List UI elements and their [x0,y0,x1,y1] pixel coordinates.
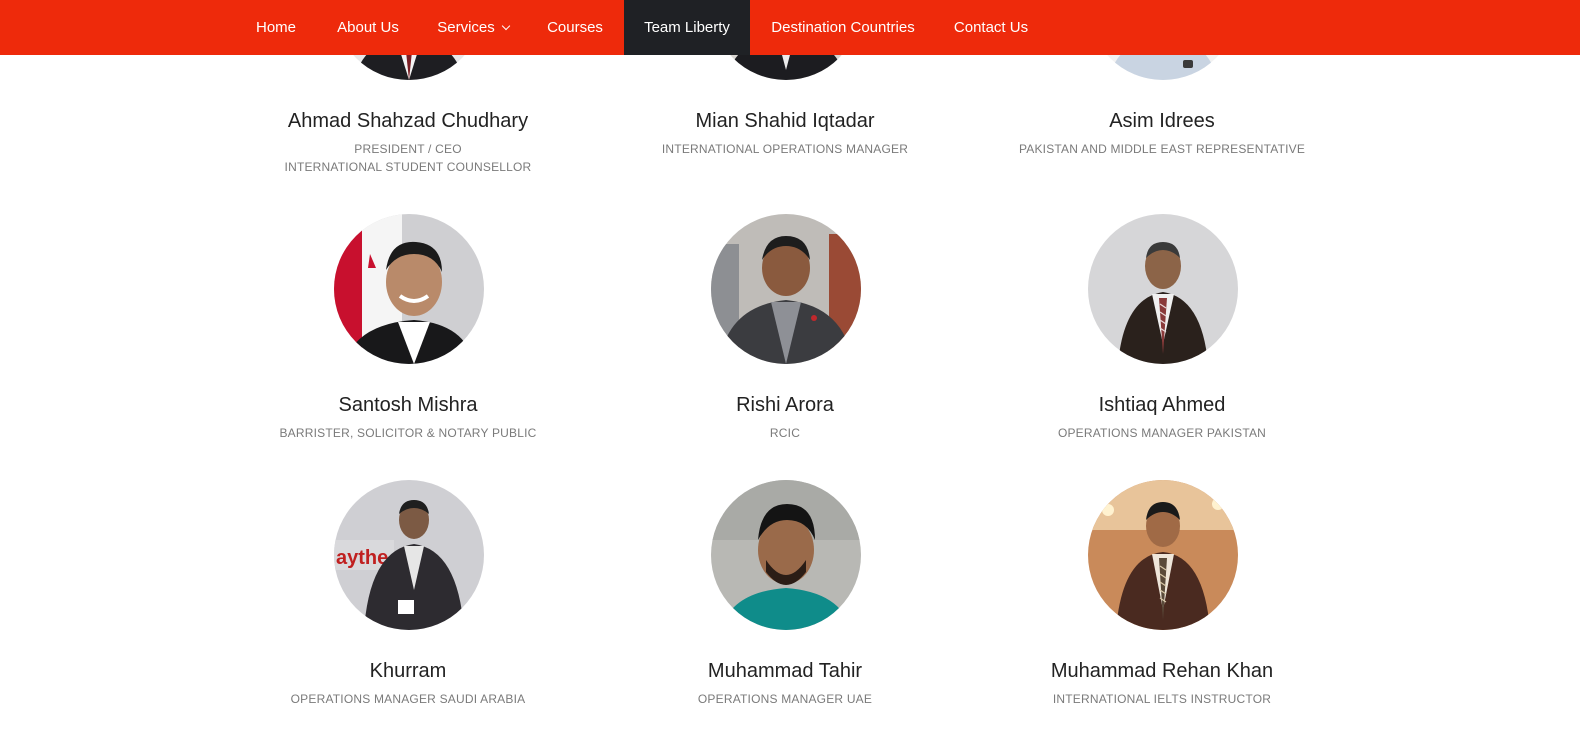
member-role-line: PRESIDENT / CEO [354,142,462,156]
member-role: BARRISTER, SOLICITOR & NOTARY PUBLIC [228,424,588,442]
member-name: Asim Idrees [1109,110,1215,132]
nav-home[interactable]: Home [236,0,316,55]
member-role-line: INTERNATIONAL OPERATIONS MANAGER [661,142,909,156]
nav-contact-us[interactable]: Contact Us [936,0,1046,55]
member-role-line: OPERATIONS MANAGER UAE [697,692,873,706]
member-role: PAKISTAN AND MIDDLE EAST REPRESENTATIVE [982,140,1342,158]
member-role-line: BARRISTER, SOLICITOR & NOTARY PUBLIC [279,426,537,440]
member-name: Muhammad Tahir [707,660,863,682]
member-photo [711,480,861,630]
main-navbar: Home About Us Services Courses Team Libe… [0,0,1580,55]
member-name: Mian Shahid Iqtadar [695,110,875,132]
member-role-line: OPERATIONS MANAGER SAUDI ARABIA [290,692,526,706]
svg-text:aythe: aythe [336,547,388,569]
member-role: OPERATIONS MANAGER SAUDI ARABIA [228,690,588,708]
member-photo [711,214,861,364]
nav-destination-countries-label: Destination Countries [771,19,915,36]
nav-courses-label: Courses [547,19,603,36]
member-role: PRESIDENT / CEO INTERNATIONAL STUDENT CO… [228,140,588,176]
member-role-line: INTERNATIONAL STUDENT COUNSELLOR [284,160,532,174]
nav-services[interactable]: Services [420,0,526,55]
nav-services-label: Services [437,19,495,36]
member-role-line: INTERNATIONAL IELTS INSTRUCTOR [1052,692,1272,706]
member-photo [1088,480,1238,630]
nav-courses[interactable]: Courses [528,0,622,55]
nav-destination-countries[interactable]: Destination Countries [752,0,934,55]
nav-team-liberty-label: Team Liberty [644,19,730,36]
member-name: Khurram [369,660,447,682]
member-role: OPERATIONS MANAGER PAKISTAN [982,424,1342,442]
member-name: Rishi Arora [736,394,834,416]
nav-team-liberty[interactable]: Team Liberty [624,0,750,55]
member-photo [334,214,484,364]
nav-contact-us-label: Contact Us [953,19,1029,36]
chevron-down-icon [501,21,511,31]
member-photo [1088,214,1238,364]
member-role-line: RCIC [769,426,801,440]
team-page: Home About Us Services Courses Team Libe… [0,0,1580,744]
member-role: INTERNATIONAL IELTS INSTRUCTOR [982,690,1342,708]
nav-about-us-label: About Us [337,19,399,36]
member-role: RCIC [605,424,965,442]
member-name: Ahmad Shahzad Chudhary [287,110,529,132]
member-name: Ishtiaq Ahmed [1098,394,1226,416]
member-role-line: PAKISTAN AND MIDDLE EAST REPRESENTATIVE [1018,142,1306,156]
nav-home-label: Home [255,19,296,36]
member-role: INTERNATIONAL OPERATIONS MANAGER [605,140,965,158]
member-role: OPERATIONS MANAGER UAE [605,690,965,708]
member-photo: aythe [334,480,484,630]
member-name: Santosh Mishra [338,394,478,416]
member-name: Muhammad Rehan Khan [1050,660,1274,682]
member-role-line: OPERATIONS MANAGER PAKISTAN [1057,426,1267,440]
nav-about-us[interactable]: About Us [318,0,418,55]
